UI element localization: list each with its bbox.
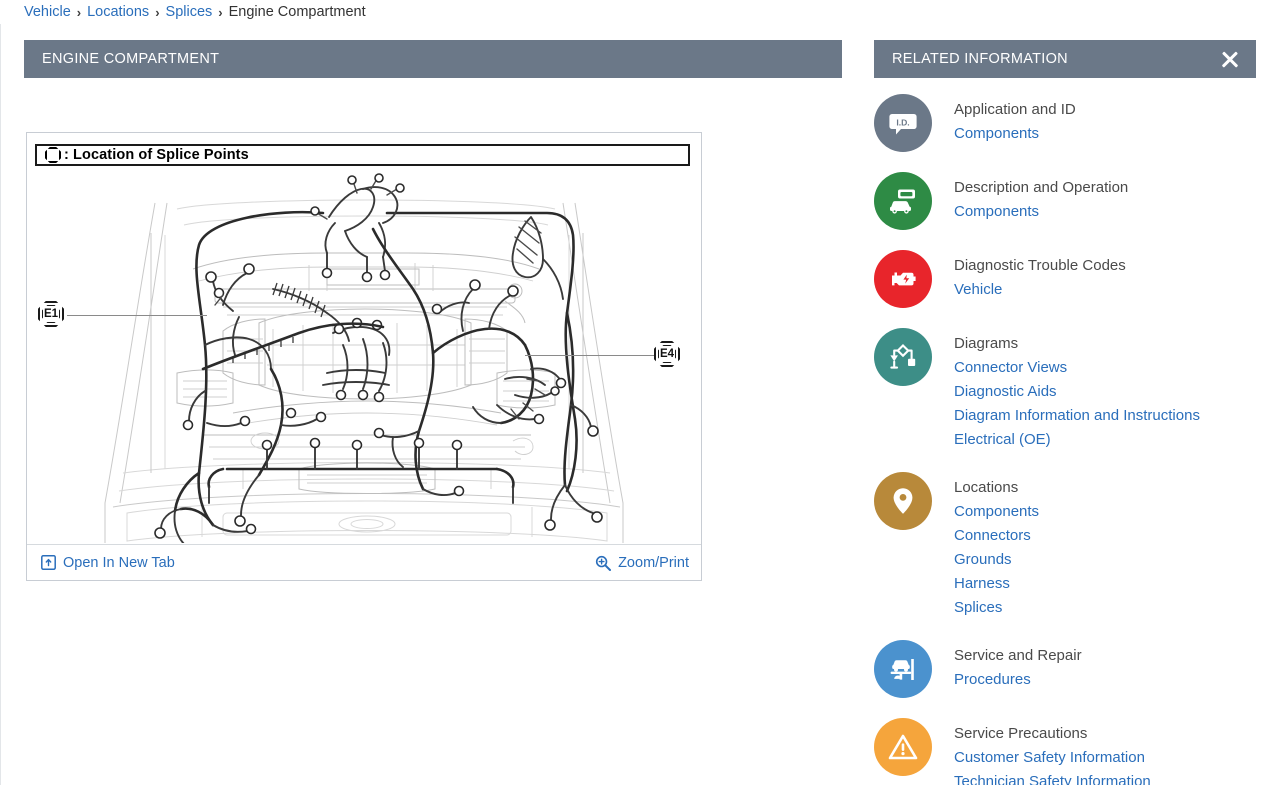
related-information-panel: RELATED INFORMATION I.D. Application and… <box>874 40 1256 785</box>
related-group-title: Service Precautions <box>954 722 1151 745</box>
wiring-harness <box>155 174 602 543</box>
related-group-body: Service Precautions Customer Safety Info… <box>954 716 1151 785</box>
related-group-body: Diagrams Connector Views Diagnostic Aids… <box>954 326 1200 452</box>
callout-leader-e1 <box>67 315 207 316</box>
diagram-legend: : Location of Splice Points <box>35 144 690 166</box>
related-group-body: Description and Operation Components <box>954 170 1128 224</box>
related-link-electrical-oe[interactable]: Electrical (OE) <box>954 428 1200 452</box>
warning-triangle-icon <box>874 718 932 776</box>
related-link-splices[interactable]: Splices <box>954 596 1039 620</box>
related-link-vehicle[interactable]: Vehicle <box>954 278 1126 302</box>
content-panel-header: ENGINE COMPARTMENT <box>24 40 842 78</box>
figure-toolbar: Open In New Tab Zoom/Print <box>27 544 701 580</box>
page-root: Vehicle › Locations › Splices › Engine C… <box>0 0 1280 785</box>
check-engine-icon <box>874 250 932 308</box>
related-group-title: Diagrams <box>954 332 1200 355</box>
open-in-new-tab-label: Open In New Tab <box>63 555 175 571</box>
zoom-print-label: Zoom/Print <box>618 555 689 571</box>
callout-leader-e4 <box>525 355 665 356</box>
related-link-components[interactable]: Components <box>954 122 1076 146</box>
related-group-title: Description and Operation <box>954 176 1128 199</box>
related-group-description-and-operation: Description and Operation Components <box>874 170 1256 230</box>
engine-block-outline <box>177 253 555 494</box>
car-lift-icon <box>874 640 932 698</box>
engine-compartment-diagram[interactable]: .body { fill:none; stroke:#c9c9c9; strok… <box>27 173 703 543</box>
related-group-title: Service and Repair <box>954 644 1082 667</box>
related-link-customer-safety-information[interactable]: Customer Safety Information <box>954 746 1151 770</box>
related-group-body: Service and Repair Procedures <box>954 638 1082 692</box>
breadcrumb-item-vehicle[interactable]: Vehicle <box>24 4 71 20</box>
id-speech-bubble-icon: I.D. <box>874 94 932 152</box>
callout-badge-e1-label: E1 <box>44 308 58 320</box>
page-title: ENGINE COMPARTMENT <box>42 51 219 67</box>
car-document-icon <box>874 172 932 230</box>
magnifier-plus-icon <box>595 555 611 571</box>
related-group-diagnostic-trouble-codes: Diagnostic Trouble Codes Vehicle <box>874 248 1256 308</box>
related-group-title: Application and ID <box>954 98 1076 121</box>
related-information-list: I.D. Application and ID Components <box>874 78 1256 785</box>
breadcrumb-item-splices[interactable]: Splices <box>166 4 213 20</box>
related-group-body: Locations Components Connectors Grounds … <box>954 470 1039 620</box>
related-group-title: Diagnostic Trouble Codes <box>954 254 1126 277</box>
callout-badge-e4[interactable]: E4 <box>654 341 680 367</box>
open-in-new-tab-button[interactable]: Open In New Tab <box>41 555 175 571</box>
wiring-diagram-icon <box>874 328 932 386</box>
callout-badge-e4-label: E4 <box>660 348 674 360</box>
related-link-technician-safety-information[interactable]: Technician Safety Information <box>954 770 1151 785</box>
breadcrumb-separator: › <box>155 5 159 20</box>
related-link-procedures[interactable]: Procedures <box>954 668 1082 692</box>
zoom-print-button[interactable]: Zoom/Print <box>595 555 689 571</box>
map-pin-icon <box>874 472 932 530</box>
left-edge-divider <box>0 24 1 785</box>
related-group-body: Application and ID Components <box>954 92 1076 146</box>
breadcrumb-item-current: Engine Compartment <box>229 4 366 20</box>
related-group-application-and-id: I.D. Application and ID Components <box>874 92 1256 152</box>
related-link-connectors[interactable]: Connectors <box>954 524 1039 548</box>
breadcrumb-separator: › <box>77 5 81 20</box>
related-link-components[interactable]: Components <box>954 500 1039 524</box>
octagon-outline-icon <box>45 147 61 163</box>
related-link-connector-views[interactable]: Connector Views <box>954 356 1200 380</box>
open-in-new-icon <box>41 555 56 570</box>
related-group-locations: Locations Components Connectors Grounds … <box>874 470 1256 620</box>
breadcrumb-item-locations[interactable]: Locations <box>87 4 149 20</box>
related-link-diagram-information-and-instructions[interactable]: Diagram Information and Instructions <box>954 404 1200 428</box>
related-link-grounds[interactable]: Grounds <box>954 548 1039 572</box>
related-link-harness[interactable]: Harness <box>954 572 1039 596</box>
related-information-title: RELATED INFORMATION <box>892 51 1068 67</box>
figure-container: : Location of Splice Points .body { fill… <box>26 132 702 581</box>
related-link-components[interactable]: Components <box>954 200 1128 224</box>
wiring-diagram-svg: .body { fill:none; stroke:#c9c9c9; strok… <box>27 173 703 543</box>
breadcrumb: Vehicle › Locations › Splices › Engine C… <box>24 0 366 24</box>
content-panel: ENGINE COMPARTMENT <box>24 40 842 78</box>
diagram-legend-label: : Location of Splice Points <box>64 147 249 163</box>
related-group-title: Locations <box>954 476 1039 499</box>
related-information-header: RELATED INFORMATION <box>874 40 1256 78</box>
related-group-diagrams: Diagrams Connector Views Diagnostic Aids… <box>874 326 1256 452</box>
breadcrumb-separator: › <box>218 5 222 20</box>
related-group-service-precautions: Service Precautions Customer Safety Info… <box>874 716 1256 785</box>
related-link-diagnostic-aids[interactable]: Diagnostic Aids <box>954 380 1200 404</box>
close-icon[interactable] <box>1218 47 1242 71</box>
related-group-service-and-repair: Service and Repair Procedures <box>874 638 1256 698</box>
svg-text:I.D.: I.D. <box>896 117 909 127</box>
related-group-body: Diagnostic Trouble Codes Vehicle <box>954 248 1126 302</box>
